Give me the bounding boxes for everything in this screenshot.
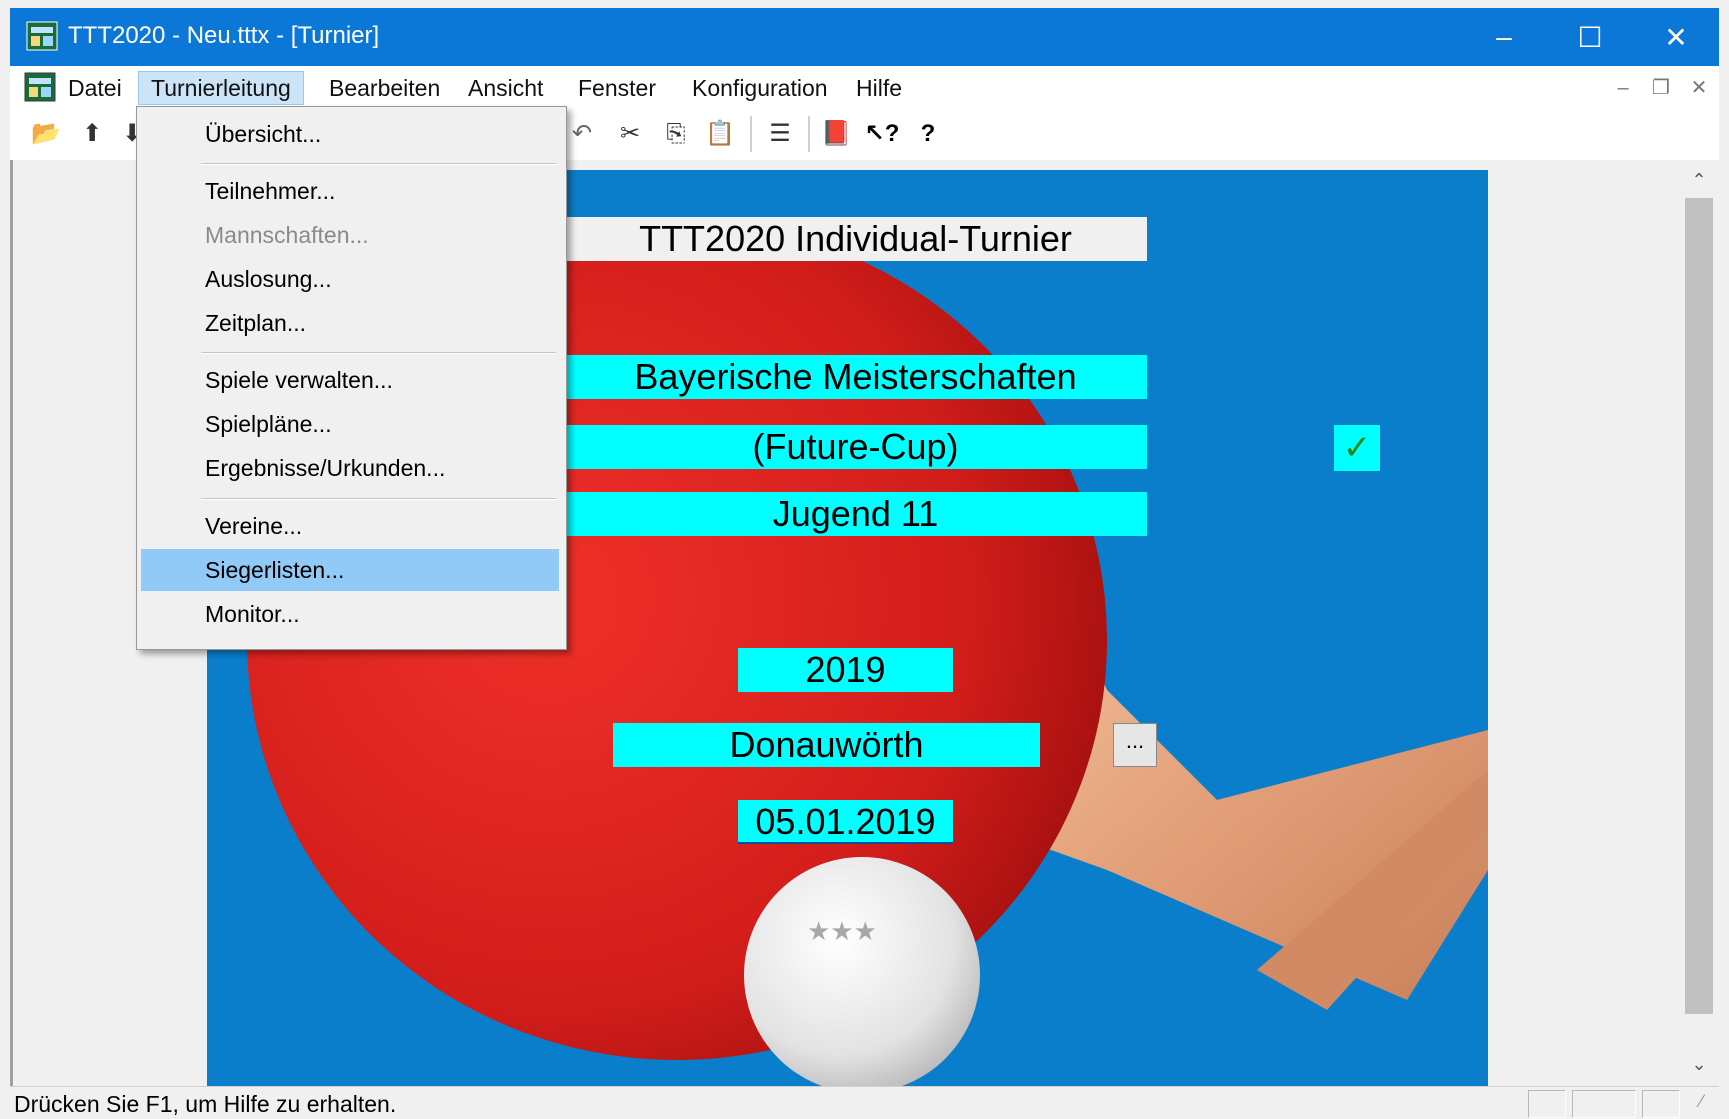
status-bar: Drücken Sie F1, um Hilfe zu erhalten. ∕ [10,1086,1719,1119]
menu-separator [201,498,556,500]
menu-datei[interactable]: Datei [56,72,134,104]
maximize-icon: ☐ [1577,21,1603,53]
menu-item-uebersicht[interactable]: Übersicht... [141,113,559,155]
status-panel [1642,1090,1680,1118]
svg-text:★★★: ★★★ [807,917,877,947]
context-help-icon[interactable]: ↖? [864,116,900,152]
date-field[interactable]: 05.01.2019 [738,800,953,844]
menu-hilfe[interactable]: Hilfe [844,72,914,104]
vertical-scrollbar[interactable]: ⌃ ⌄ [1681,162,1717,1086]
status-text: Drücken Sie F1, um Hilfe zu erhalten. [14,1091,397,1117]
title-bar: TTT2020 - Neu.tttx - [Turnier] – ☐ ✕ [10,8,1719,66]
menu-konfiguration[interactable]: Konfiguration [680,72,840,104]
toolbar-separator [808,116,810,152]
menu-item-auslosung[interactable]: Auslosung... [141,258,559,300]
status-panel [1572,1090,1636,1118]
minimize-button[interactable]: – [1461,8,1547,66]
close-button[interactable]: ✕ [1633,8,1719,66]
help-icon[interactable]: ? [910,116,946,152]
menu-item-zeitplan[interactable]: Zeitplan... [141,302,559,344]
mdi-minimize-button[interactable]: – [1608,73,1638,103]
location-browse-button[interactable]: ... [1113,723,1157,767]
cut-icon[interactable]: ✂ [612,116,648,152]
turnierleitung-dropdown: Übersicht... Teilnehmer... Mannschaften.… [136,106,567,650]
document-icon[interactable] [24,72,56,102]
scroll-down-icon[interactable]: ⌄ [1685,1050,1713,1078]
menu-separator [201,352,556,354]
menu-turnierleitung[interactable]: Turnierleitung [138,71,304,105]
scroll-up-icon[interactable]: ⌃ [1685,166,1713,194]
menu-bar: Datei Turnierleitung Bearbeiten Ansicht … [10,66,1719,109]
close-icon: ✕ [1664,21,1688,53]
open-icon[interactable]: 📂 [28,116,64,152]
menu-item-teilnehmer[interactable]: Teilnehmer... [141,170,559,212]
check-icon: ✓ [1342,429,1372,467]
resize-grip-icon[interactable]: ∕ [1700,1091,1718,1115]
status-panel [1528,1090,1566,1118]
toolbar-separator [750,116,752,152]
menu-item-vereine[interactable]: Vereine... [141,505,559,547]
scrollbar-thumb[interactable] [1685,198,1713,1014]
paste-icon[interactable]: 📋 [702,116,738,152]
menu-ansicht[interactable]: Ansicht [456,72,555,104]
menu-item-monitor[interactable]: Monitor... [141,593,559,635]
app-icon [26,21,58,51]
age-class-field[interactable]: Jugend 11 [564,492,1147,536]
copy-icon[interactable]: ⎘ [658,116,694,152]
menu-item-siegerlisten[interactable]: Siegerlisten... [141,549,559,591]
menu-item-ergebnisse-urkunden[interactable]: Ergebnisse/Urkunden... [141,447,559,489]
location-field[interactable]: Donauwörth [613,723,1040,767]
menu-fenster[interactable]: Fenster [566,72,668,104]
menu-bearbeiten[interactable]: Bearbeiten [317,72,452,104]
list-icon[interactable]: ☰ [762,116,798,152]
maximize-button[interactable]: ☐ [1547,8,1633,66]
year-field[interactable]: 2019 [738,648,953,692]
window-title: TTT2020 - Neu.tttx - [Turnier] [68,22,380,49]
mdi-restore-button[interactable]: ❐ [1646,73,1676,103]
book-icon[interactable]: 📕 [818,116,854,152]
export-icon[interactable]: ⬆ [74,116,110,152]
tournament-type-field[interactable]: TTT2020 Individual-Turnier [564,217,1147,261]
minimize-icon: – [1496,21,1512,52]
tournament-subtitle-field[interactable]: (Future-Cup) [564,425,1147,469]
menu-item-spiele-verwalten[interactable]: Spiele verwalten... [141,359,559,401]
subtitle-checkbox[interactable]: ✓ [1334,425,1380,471]
menu-item-mannschaften: Mannschaften... [205,222,369,248]
menu-separator [201,163,556,165]
menu-item-spielplaene[interactable]: Spielpläne... [141,403,559,445]
mdi-close-button[interactable]: ✕ [1684,73,1714,103]
undo-icon[interactable]: ↶ [564,116,600,152]
tournament-name-field[interactable]: Bayerische Meisterschaften [564,355,1147,399]
